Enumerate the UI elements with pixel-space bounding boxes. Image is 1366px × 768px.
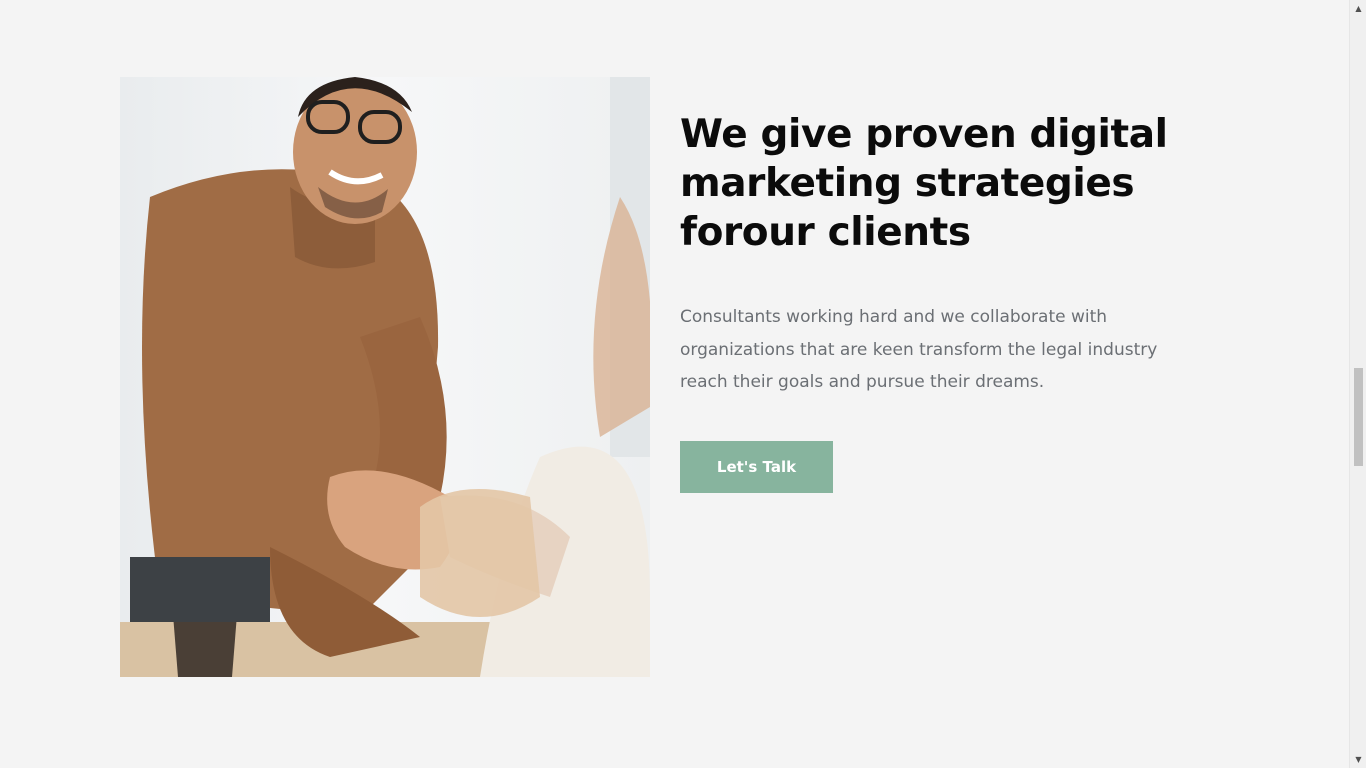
section-headline: We give proven digital marketing strateg… (680, 112, 1168, 255)
lets-talk-button[interactable]: Let's Talk (680, 440, 833, 493)
scroll-down-arrow-icon[interactable]: ▼ (1350, 751, 1366, 768)
hero-content: We give proven digital marketing strateg… (680, 110, 1240, 493)
page: We give proven digital marketing strateg… (0, 0, 1366, 768)
handshake-photo (120, 77, 650, 677)
vertical-scrollbar[interactable]: ▲ ▼ (1349, 0, 1366, 768)
scroll-up-arrow-icon[interactable]: ▲ (1350, 0, 1366, 17)
page-viewport: We give proven digital marketing strateg… (0, 0, 1349, 768)
section-description: Consultants working hard and we collabor… (680, 307, 1158, 392)
scrollbar-thumb[interactable] (1354, 368, 1363, 466)
